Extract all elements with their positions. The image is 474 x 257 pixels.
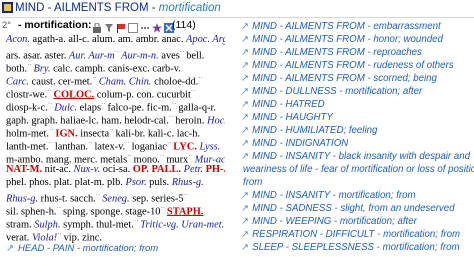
link-arrow-icon: ↗ <box>241 242 250 253</box>
rubric-title: - mortification: <box>18 19 92 31</box>
cross-reference-link[interactable]: ↗ MIND - WEEPING - mortification; after <box>241 215 417 228</box>
remedy-line: phel. phos. plat. plat-m. plb. Psor. pul… <box>6 176 204 189</box>
cross-reference-text: MIND - AILMENTS FROM - rudeness of other… <box>252 60 454 71</box>
remedy[interactable]: oci-sa. <box>100 164 133 175</box>
link-arrow-icon: ↗ <box>241 112 250 123</box>
link-arrow-icon: ↗ <box>241 125 250 136</box>
remedy[interactable]: agath-a. all-c. alum. am. ambr. anac. <box>30 34 186 45</box>
cross-reference-text: MIND - AILMENTS FROM - scorned; being <box>252 73 437 84</box>
link-arrow-icon: ↗ <box>241 138 250 149</box>
cross-reference-link[interactable]: ↗ MIND - DULLNESS - mortification; after <box>241 85 422 98</box>
cross-reference-link[interactable]: ↗ RESPIRATION - DIFFICULT - mortification… <box>241 228 460 241</box>
cross-reference-link[interactable]: ↗ MIND - AILMENTS FROM - embarrassment <box>241 20 441 33</box>
remedy-count: (114) <box>172 19 196 31</box>
cross-reference-text: weariness of life - fear of mortificatio… <box>243 164 474 175</box>
remedy-list: Acon. agath-a. all-c. alum. am. ambr. an… <box>0 33 225 257</box>
cross-reference-text: MIND - AILMENTS FROM - reproaches <box>252 47 422 58</box>
cross-reference-link[interactable]: ↗ MIND - INSANITY - black insanity with d… <box>241 150 470 163</box>
cross-reference-link[interactable]: ↗ HEAD - PAIN - mortification; from <box>6 242 158 255</box>
remedy[interactable]: Acon. <box>6 34 30 45</box>
grade-marker: ·· <box>190 87 196 95</box>
cross-reference-text: MIND - DULLNESS - mortification; after <box>252 86 423 97</box>
rubric-toolbar <box>92 20 174 33</box>
flag-icon[interactable] <box>116 20 126 33</box>
remedy[interactable]: Rhus-g. <box>172 177 204 188</box>
remedy[interactable]: Petr. <box>184 164 203 175</box>
cross-reference-text: SLEEP - SLEEPLESSNESS - mortification; f… <box>252 242 460 253</box>
remedy-line: NAT-M. nit-ac. Nux-v. oci-sa. OP. PALL. … <box>6 163 225 176</box>
cross-reference-text: MIND - INSANITY - mortification; from <box>252 190 416 201</box>
cross-reference-text: MIND - WEEPING - mortification; after <box>252 216 417 227</box>
cross-reference-text: MIND - INDIGNATION <box>252 138 349 149</box>
cross-reference-link[interactable]: ↗ MIND - AILMENTS FROM - rudeness of othe… <box>241 59 454 72</box>
cross-reference-text: from <box>243 177 263 188</box>
cross-reference-link[interactable]: ↗ MIND - INSANITY - mortification; from <box>241 189 416 202</box>
link-arrow-icon: ↗ <box>241 151 250 162</box>
link-arrow-icon: ↗ <box>241 190 250 201</box>
remedy[interactable]: PH-AC. <box>206 164 225 175</box>
lock-icon[interactable] <box>92 20 102 33</box>
cross-reference-text: MIND - HUMILIATED; feeling <box>252 125 378 136</box>
link-arrow-icon: ↗ <box>241 99 250 110</box>
star-icon[interactable] <box>152 20 162 33</box>
dots-icon[interactable] <box>140 20 150 30</box>
cross-reference-link[interactable]: ↗ MIND - SADNESS - slight, from an undese… <box>241 202 455 215</box>
link-arrow-icon: ↗ <box>241 203 250 214</box>
cross-reference-text: MIND - AILMENTS FROM - embarrassment <box>252 21 441 32</box>
remedy[interactable]: Apoc. Arg-n. <box>186 34 225 45</box>
remedy-line: Acon. agath-a. all-c. alum. am. ambr. an… <box>6 33 225 46</box>
link-arrow-icon: ↗ <box>241 60 250 71</box>
remedy[interactable]: Hochst. <box>207 115 225 126</box>
cross-reference-link[interactable]: ↗ MIND - INDIGNATION <box>241 137 348 150</box>
filter-icon[interactable] <box>104 20 114 32</box>
cross-reference-list: ↗ MIND - AILMENTS FROM - embarrassment ↗ MI… <box>237 0 474 257</box>
remedy[interactable]: phel. phos. plat. plat-m. plb. <box>6 177 125 188</box>
cross-reference-link[interactable]: ↗ MIND - HATRED <box>241 98 325 111</box>
remedy[interactable]: nit-ac. <box>42 164 73 175</box>
link-arrow-icon: ↗ <box>241 34 250 45</box>
link-arrow-icon: ↗ <box>241 229 250 240</box>
remedy[interactable]: bell. <box>186 50 204 61</box>
link-arrow-icon: ↗ <box>241 73 250 84</box>
link-arrow-icon: ↗ <box>241 21 250 32</box>
link-arrow-icon: ↗ <box>241 86 250 97</box>
checkbox-icon[interactable] <box>128 20 138 33</box>
remedy[interactable]: Nux-v. <box>74 164 101 175</box>
cross-reference-text: MIND - AILMENTS FROM - honor; wounded <box>252 34 443 45</box>
cross-reference-link[interactable]: ↗ MIND - HUMILIATED; feeling <box>241 124 377 137</box>
link-arrow-icon: ↗ <box>241 216 250 227</box>
remedy[interactable]: Tritic-vg. Uran-met. <box>140 219 224 230</box>
window-title: MIND - AILMENTS FROM - mortification <box>15 2 221 14</box>
cross-reference-text: MIND - HAUGHTY <box>252 112 333 123</box>
cross-reference-continuation[interactable]: weariness of life - fear of mortificatio… <box>243 163 474 176</box>
cross-reference-link[interactable]: ↗ MIND - AILMENTS FROM - honor; wounded <box>241 33 443 46</box>
cross-reference-text: RESPIRATION - DIFFICULT - mortification;… <box>252 229 461 240</box>
remedy[interactable]: OP. PALL. <box>133 164 181 175</box>
cross-reference-link[interactable]: ↗ SLEEP - SLEEPLESSNESS - mortification; … <box>241 241 460 254</box>
cross-reference-continuation[interactable]: from <box>243 176 262 189</box>
cross-reference-text: MIND - SADNESS - slight, from an undeser… <box>252 203 455 214</box>
remedy[interactable]: NAT-M. <box>6 164 42 175</box>
link-arrow-icon: ↗ <box>241 47 250 58</box>
remedy[interactable]: puls. <box>147 177 172 188</box>
cross-reference-link[interactable]: ↗ MIND - AILMENTS FROM - scorned; being <box>241 72 437 85</box>
degree-label: 2° <box>2 20 12 31</box>
link-arrow-icon: ↗ <box>6 243 14 254</box>
grade-marker: ·· <box>183 191 189 199</box>
cross-reference-link[interactable]: ↗ MIND - AILMENTS FROM - reproaches <box>241 46 422 59</box>
remedy[interactable]: Psor. <box>125 177 146 188</box>
grade-marker: ·· <box>198 74 203 82</box>
app-icon <box>2 2 13 13</box>
cross-reference-text: MIND - INSANITY - black insanity with de… <box>252 151 470 162</box>
cross-reference-link[interactable]: ↗ MIND - HAUGHTY <box>241 111 333 124</box>
cross-reference-text: MIND - HATRED <box>252 99 325 110</box>
